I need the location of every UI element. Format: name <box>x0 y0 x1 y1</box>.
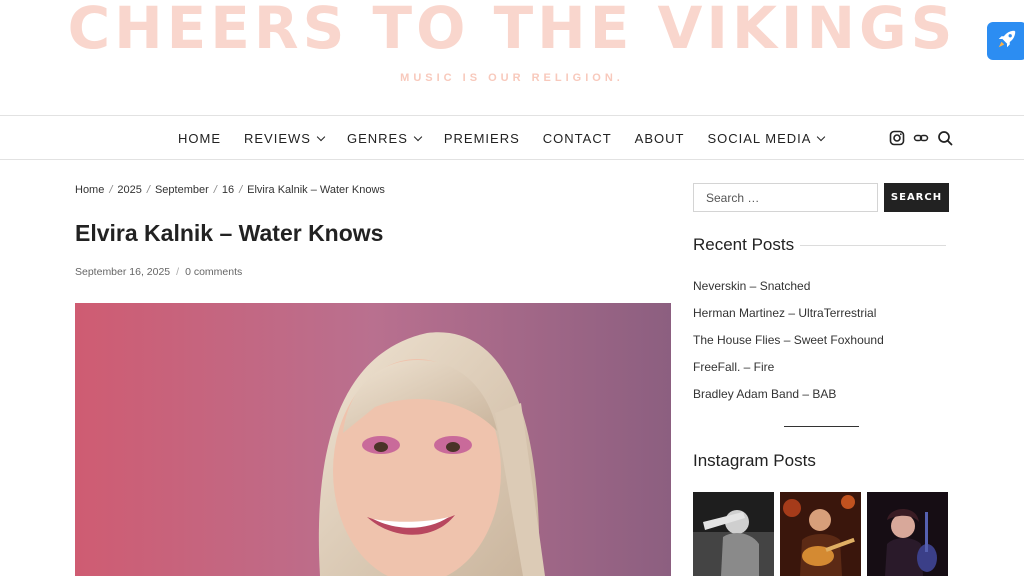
instagram-thumbnail[interactable] <box>693 492 774 576</box>
breadcrumb-month[interactable]: September <box>155 184 209 196</box>
site-tagline: MUSIC IS OUR RELIGION. <box>400 72 624 84</box>
recent-posts-list: Neverskin – Snatched Herman Martinez – U… <box>693 279 884 414</box>
breadcrumb-home[interactable]: Home <box>75 184 104 196</box>
instagram-thumbnail[interactable] <box>780 492 861 576</box>
nav-item-about[interactable]: ABOUT <box>635 131 685 146</box>
search-input[interactable] <box>693 183 878 212</box>
instagram-grid <box>693 492 954 576</box>
link-icon[interactable] <box>913 130 929 146</box>
rocket-button[interactable] <box>987 22 1024 60</box>
post-meta: September 16, 2025/0 comments <box>75 266 243 278</box>
breadcrumb: Home/2025/September/16/Elvira Kalnik – W… <box>75 184 385 196</box>
post-title: Elvira Kalnik – Water Knows <box>75 220 384 246</box>
instagram-icon[interactable] <box>889 130 905 146</box>
nav-item-premiers[interactable]: PREMIERS <box>444 131 520 146</box>
post-date[interactable]: September 16, 2025 <box>75 266 170 278</box>
nav-item-reviews[interactable]: REVIEWS <box>244 131 326 146</box>
featured-image <box>75 303 671 576</box>
recent-post-link[interactable]: Bradley Adam Band – BAB <box>693 387 884 414</box>
chevron-down-icon <box>316 132 326 141</box>
breadcrumb-year[interactable]: 2025 <box>117 184 141 196</box>
site-header: CHEERS TO THE VIKINGS MUSIC IS OUR RELIG… <box>0 0 1024 116</box>
breadcrumb-day[interactable]: 16 <box>222 184 234 196</box>
nav-item-home[interactable]: HOME <box>178 131 221 146</box>
main-navigation: HOME REVIEWS GENRES PREMIERS CONTACT ABO… <box>0 117 1024 160</box>
heading-divider <box>800 244 947 246</box>
nav-item-contact[interactable]: CONTACT <box>543 131 612 146</box>
recent-post-link[interactable]: The House Flies – Sweet Foxhound <box>693 333 884 360</box>
breadcrumb-current: Elvira Kalnik – Water Knows <box>247 184 385 196</box>
instagram-posts-heading: Instagram Posts <box>693 451 816 470</box>
nav-menu: HOME REVIEWS GENRES PREMIERS CONTACT ABO… <box>178 117 847 160</box>
nav-item-social-media[interactable]: SOCIAL MEDIA <box>707 131 826 146</box>
recent-post-link[interactable]: Herman Martinez – UltraTerrestrial <box>693 306 884 333</box>
recent-post-link[interactable]: Neverskin – Snatched <box>693 279 884 306</box>
instagram-thumbnail[interactable] <box>867 492 948 576</box>
chevron-down-icon <box>817 132 826 141</box>
search-button[interactable]: SEARCH <box>884 183 949 212</box>
nav-item-genres[interactable]: GENRES <box>347 131 423 146</box>
site-title[interactable]: CHEERS TO THE VIKINGS <box>0 0 1024 62</box>
widget-divider <box>784 426 859 427</box>
nav-icons <box>889 130 961 146</box>
search-icon[interactable] <box>937 130 953 146</box>
post-comments-link[interactable]: 0 comments <box>185 266 242 278</box>
recent-post-link[interactable]: FreeFall. – Fire <box>693 360 884 387</box>
chevron-down-icon <box>413 132 423 141</box>
recent-posts-heading: Recent Posts <box>693 235 947 255</box>
rocket-icon <box>996 28 1018 55</box>
